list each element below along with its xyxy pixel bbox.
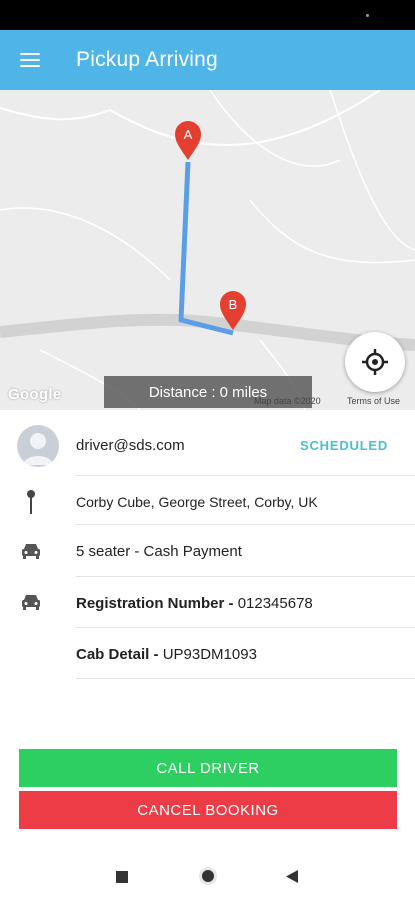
cancel-booking-button[interactable]: CANCEL BOOKING (19, 791, 397, 829)
divider (76, 475, 415, 476)
hamburger-menu-icon (20, 53, 40, 67)
pickup-address: Corby Cube, George Street, Corby, UK (76, 494, 318, 510)
registration-label: Registration Number - (76, 595, 234, 612)
car-icon (18, 593, 44, 611)
system-nav-bar (0, 846, 415, 900)
menu-button[interactable] (0, 30, 60, 90)
svg-text:B: B (229, 297, 238, 312)
registration-value: 012345678 (237, 595, 313, 612)
circle-home-icon[interactable] (198, 866, 218, 891)
divider (76, 576, 415, 577)
call-driver-button[interactable]: CALL DRIVER (19, 749, 397, 787)
divider (76, 524, 415, 525)
registration-number: Registration Number - 012345678 (76, 595, 313, 612)
marker-a-icon[interactable]: A (175, 121, 201, 160)
svg-text:A: A (184, 127, 193, 142)
divider (76, 627, 415, 628)
status-bar (0, 0, 415, 30)
seats-payment: 5 seater - Cash Payment (76, 543, 242, 560)
cab-detail-value: UP93DM1093 (162, 646, 257, 663)
avatar (17, 425, 59, 467)
locate-button[interactable] (345, 332, 405, 392)
driver-email: driver@sds.com (76, 437, 185, 454)
cab-detail-label: Cab Detail - (76, 646, 159, 663)
status-badge: SCHEDULED (300, 438, 389, 453)
app-bar: Pickup Arriving (0, 30, 415, 90)
map-data-attribution: Map data ©2020 (254, 396, 321, 406)
square-recents-icon[interactable] (116, 870, 128, 888)
google-logo: Google (8, 386, 62, 403)
terms-of-use-link[interactable]: Terms of Use (347, 396, 400, 406)
car-icon (18, 542, 44, 560)
divider (76, 678, 415, 679)
triangle-back-icon[interactable] (286, 870, 298, 888)
pin-icon (18, 489, 44, 515)
crosshair-locate-icon (362, 349, 388, 375)
user-avatar-icon (23, 433, 53, 465)
page-title: Pickup Arriving (76, 48, 218, 71)
cab-detail: Cab Detail - UP93DM1093 (76, 646, 257, 663)
status-indicator-icon (366, 14, 369, 17)
